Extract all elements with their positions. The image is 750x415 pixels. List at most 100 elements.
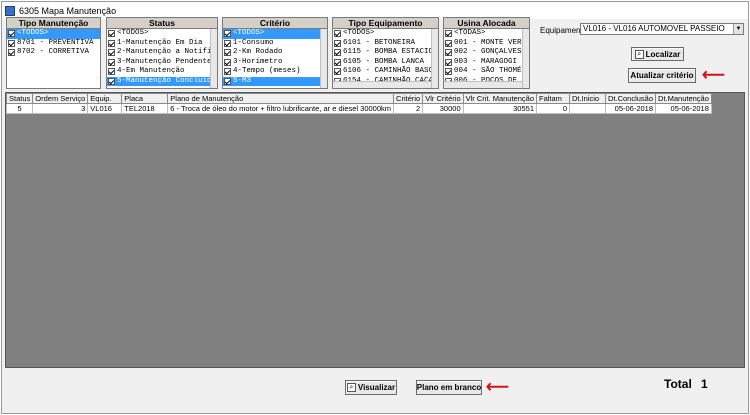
localizar-button[interactable]: ⌕ Localizar xyxy=(631,47,684,61)
checkbox[interactable] xyxy=(108,58,115,66)
total-label: Total xyxy=(664,377,692,391)
list-item[interactable]: 001 - MONTE VERDE xyxy=(444,39,529,49)
vertical-scrollbar[interactable] xyxy=(320,29,327,88)
filter-list[interactable]: <TODAS> 001 - MONTE VERDE 002 - GONÇALVES 0… xyxy=(444,29,529,88)
list-item[interactable]: <TODAS> xyxy=(444,29,529,39)
list-item-label: 6106 - CAMINHÃO BASCUL xyxy=(343,67,439,75)
table-cell: 6 - Troca de óleo do motor + filtro lubr… xyxy=(167,103,395,114)
list-item[interactable]: <TODOS> xyxy=(333,29,438,39)
checkbox[interactable] xyxy=(445,58,452,66)
table-cell: 30551 xyxy=(462,103,538,114)
vertical-scrollbar[interactable] xyxy=(522,29,529,88)
equipamento-select[interactable]: VL016 - VL016 AUTOMOVEL PASSEIO ▼ xyxy=(580,23,744,35)
list-item[interactable]: <TODOS> xyxy=(223,29,327,39)
list-item-label: 5-M3 xyxy=(233,76,252,85)
list-item[interactable]: 6101 - BETONEIRA xyxy=(333,39,438,49)
column-header[interactable]: Vlr Crit. Manutenção xyxy=(462,93,538,104)
list-item[interactable]: <TODOS> xyxy=(107,29,217,39)
list-item[interactable]: 2-Manutenção a Notificar xyxy=(107,48,217,58)
visualizar-button[interactable]: ⌕ Visualizar xyxy=(345,380,397,395)
column-header[interactable]: Equip. xyxy=(87,93,123,104)
list-item-label: 6101 - BETONEIRA xyxy=(343,38,416,47)
filter-tipo-equipamento[interactable]: Tipo Equipamento <TODOS> 6101 - BETONEIRA… xyxy=(332,17,439,89)
list-item[interactable]: 002 - GONÇALVES xyxy=(444,48,529,58)
list-item-label: 4-Tempo (meses) xyxy=(233,67,301,75)
checkbox[interactable] xyxy=(334,68,341,76)
list-item[interactable]: 4-Em Manutenção xyxy=(107,67,217,77)
checkbox[interactable] xyxy=(224,68,231,76)
plano-em-branco-button[interactable]: Plano em branco xyxy=(416,380,482,395)
total-value: 1 xyxy=(701,377,708,391)
list-item-label: 3-Manutenção Pendente xyxy=(117,57,212,66)
chevron-down-icon[interactable]: ▼ xyxy=(733,24,743,34)
list-item[interactable]: <TODOS> xyxy=(7,29,100,39)
horizontal-scrollbar[interactable] xyxy=(444,81,522,88)
checkbox[interactable] xyxy=(108,68,115,76)
list-item[interactable]: 6106 - CAMINHÃO BASCUL xyxy=(333,67,438,77)
list-item[interactable]: 8701 - PREVENTIVA xyxy=(7,39,100,49)
checkbox[interactable] xyxy=(224,49,231,57)
checkbox[interactable] xyxy=(334,39,341,47)
filter-list[interactable]: <TODOS> 8701 - PREVENTIVA 8702 - CORRETIVA xyxy=(7,29,100,88)
results-table: Status Ordem Serviço Equip. Placa Plano de M… xyxy=(5,93,712,114)
filter-list[interactable]: <TODOS> 6101 - BETONEIRA 6115 - BOMBA ESTA… xyxy=(333,29,438,88)
checkbox[interactable] xyxy=(108,39,115,47)
column-header[interactable]: Dt.Manutenção xyxy=(655,93,712,104)
list-item[interactable]: 5-M3 xyxy=(223,76,327,86)
checkbox[interactable] xyxy=(334,30,341,38)
column-header[interactable]: Faltam xyxy=(536,93,570,104)
atualizar-criterio-button[interactable]: Atualizar critério xyxy=(628,68,696,83)
filter-tipo-manutencao[interactable]: Tipo Manutenção <TODOS> 8701 - PREVENTIVA… xyxy=(6,17,101,89)
checkbox[interactable] xyxy=(334,49,341,57)
column-header[interactable]: Dt.Inicio xyxy=(569,93,606,104)
checkbox[interactable] xyxy=(224,77,231,85)
checkbox[interactable] xyxy=(8,30,15,38)
list-item[interactable]: 004 - SÃO THOMÉ xyxy=(444,67,529,77)
list-item[interactable]: 3-Horímetro xyxy=(223,58,327,68)
list-item-label: 5-Manutenção Concluída xyxy=(117,76,217,85)
table-row[interactable]: 5 3 VL016 TEL2018 6 - Troca de óleo do motor… xyxy=(5,103,712,114)
vertical-scrollbar[interactable] xyxy=(210,29,217,88)
checkbox[interactable] xyxy=(8,49,15,57)
filter-header: Tipo Manutenção xyxy=(7,18,100,29)
column-header[interactable]: Vlr Critério xyxy=(422,93,464,104)
checkbox[interactable] xyxy=(445,49,452,57)
filter-usina-alocada[interactable]: Usina Alocada <TODAS> 001 - MONTE VERDE 00… xyxy=(443,17,530,89)
list-item[interactable]: 5-Manutenção Concluída xyxy=(107,76,217,86)
filter-list[interactable]: <TODOS> 1-Manutenção Em Dia 2-Manutenção a… xyxy=(107,29,217,88)
vertical-scrollbar[interactable] xyxy=(431,29,438,88)
checkbox[interactable] xyxy=(224,58,231,66)
column-header[interactable]: Dt.Conclusão xyxy=(604,93,657,104)
horizontal-scrollbar[interactable] xyxy=(333,81,431,88)
checkbox[interactable] xyxy=(108,77,115,85)
column-header[interactable]: Critério xyxy=(393,93,424,104)
list-item[interactable]: 4-Tempo (meses) xyxy=(223,67,327,77)
column-header[interactable]: Placa xyxy=(121,93,169,104)
filter-status[interactable]: Status <TODOS> 1-Manutenção Em Dia 2-Manut… xyxy=(106,17,218,89)
list-item[interactable]: 1-Manutenção Em Dia xyxy=(107,39,217,49)
checkbox[interactable] xyxy=(224,30,231,38)
column-header[interactable]: Ordem Serviço xyxy=(32,93,89,104)
column-header[interactable]: Plano de Manutenção xyxy=(167,93,395,104)
list-item[interactable]: 3-Manutenção Pendente xyxy=(107,58,217,68)
list-item[interactable]: 6105 - BOMBA LANCA xyxy=(333,58,438,68)
list-item[interactable]: 003 - MARAGOGI xyxy=(444,58,529,68)
list-item[interactable]: 2-Km Rodado xyxy=(223,48,327,58)
checkbox[interactable] xyxy=(445,39,452,47)
list-item-label: 8701 - PREVENTIVA xyxy=(17,38,94,47)
checkbox[interactable] xyxy=(108,49,115,57)
checkbox[interactable] xyxy=(445,68,452,76)
filter-list[interactable]: <TODOS> 1-Consumo 2-Km Rodado 3-Horímetro 4-… xyxy=(223,29,327,88)
checkbox[interactable] xyxy=(334,58,341,66)
column-header[interactable]: Status xyxy=(5,93,34,104)
checkbox[interactable] xyxy=(224,39,231,47)
filter-criterio[interactable]: Critério <TODOS> 1-Consumo 2-Km Rodado 3-Ho… xyxy=(222,17,328,89)
checkbox[interactable] xyxy=(108,30,115,38)
list-item[interactable]: 8702 - CORRETIVA xyxy=(7,48,100,58)
checkbox[interactable] xyxy=(445,30,452,38)
list-item[interactable]: 1-Consumo xyxy=(223,39,327,49)
results-grid[interactable]: Status Ordem Serviço Equip. Placa Plano de M… xyxy=(5,92,745,368)
checkbox[interactable] xyxy=(8,39,15,47)
list-item-label: 002 - GONÇALVES xyxy=(454,48,522,56)
list-item[interactable]: 6115 - BOMBA ESTACION xyxy=(333,48,438,58)
